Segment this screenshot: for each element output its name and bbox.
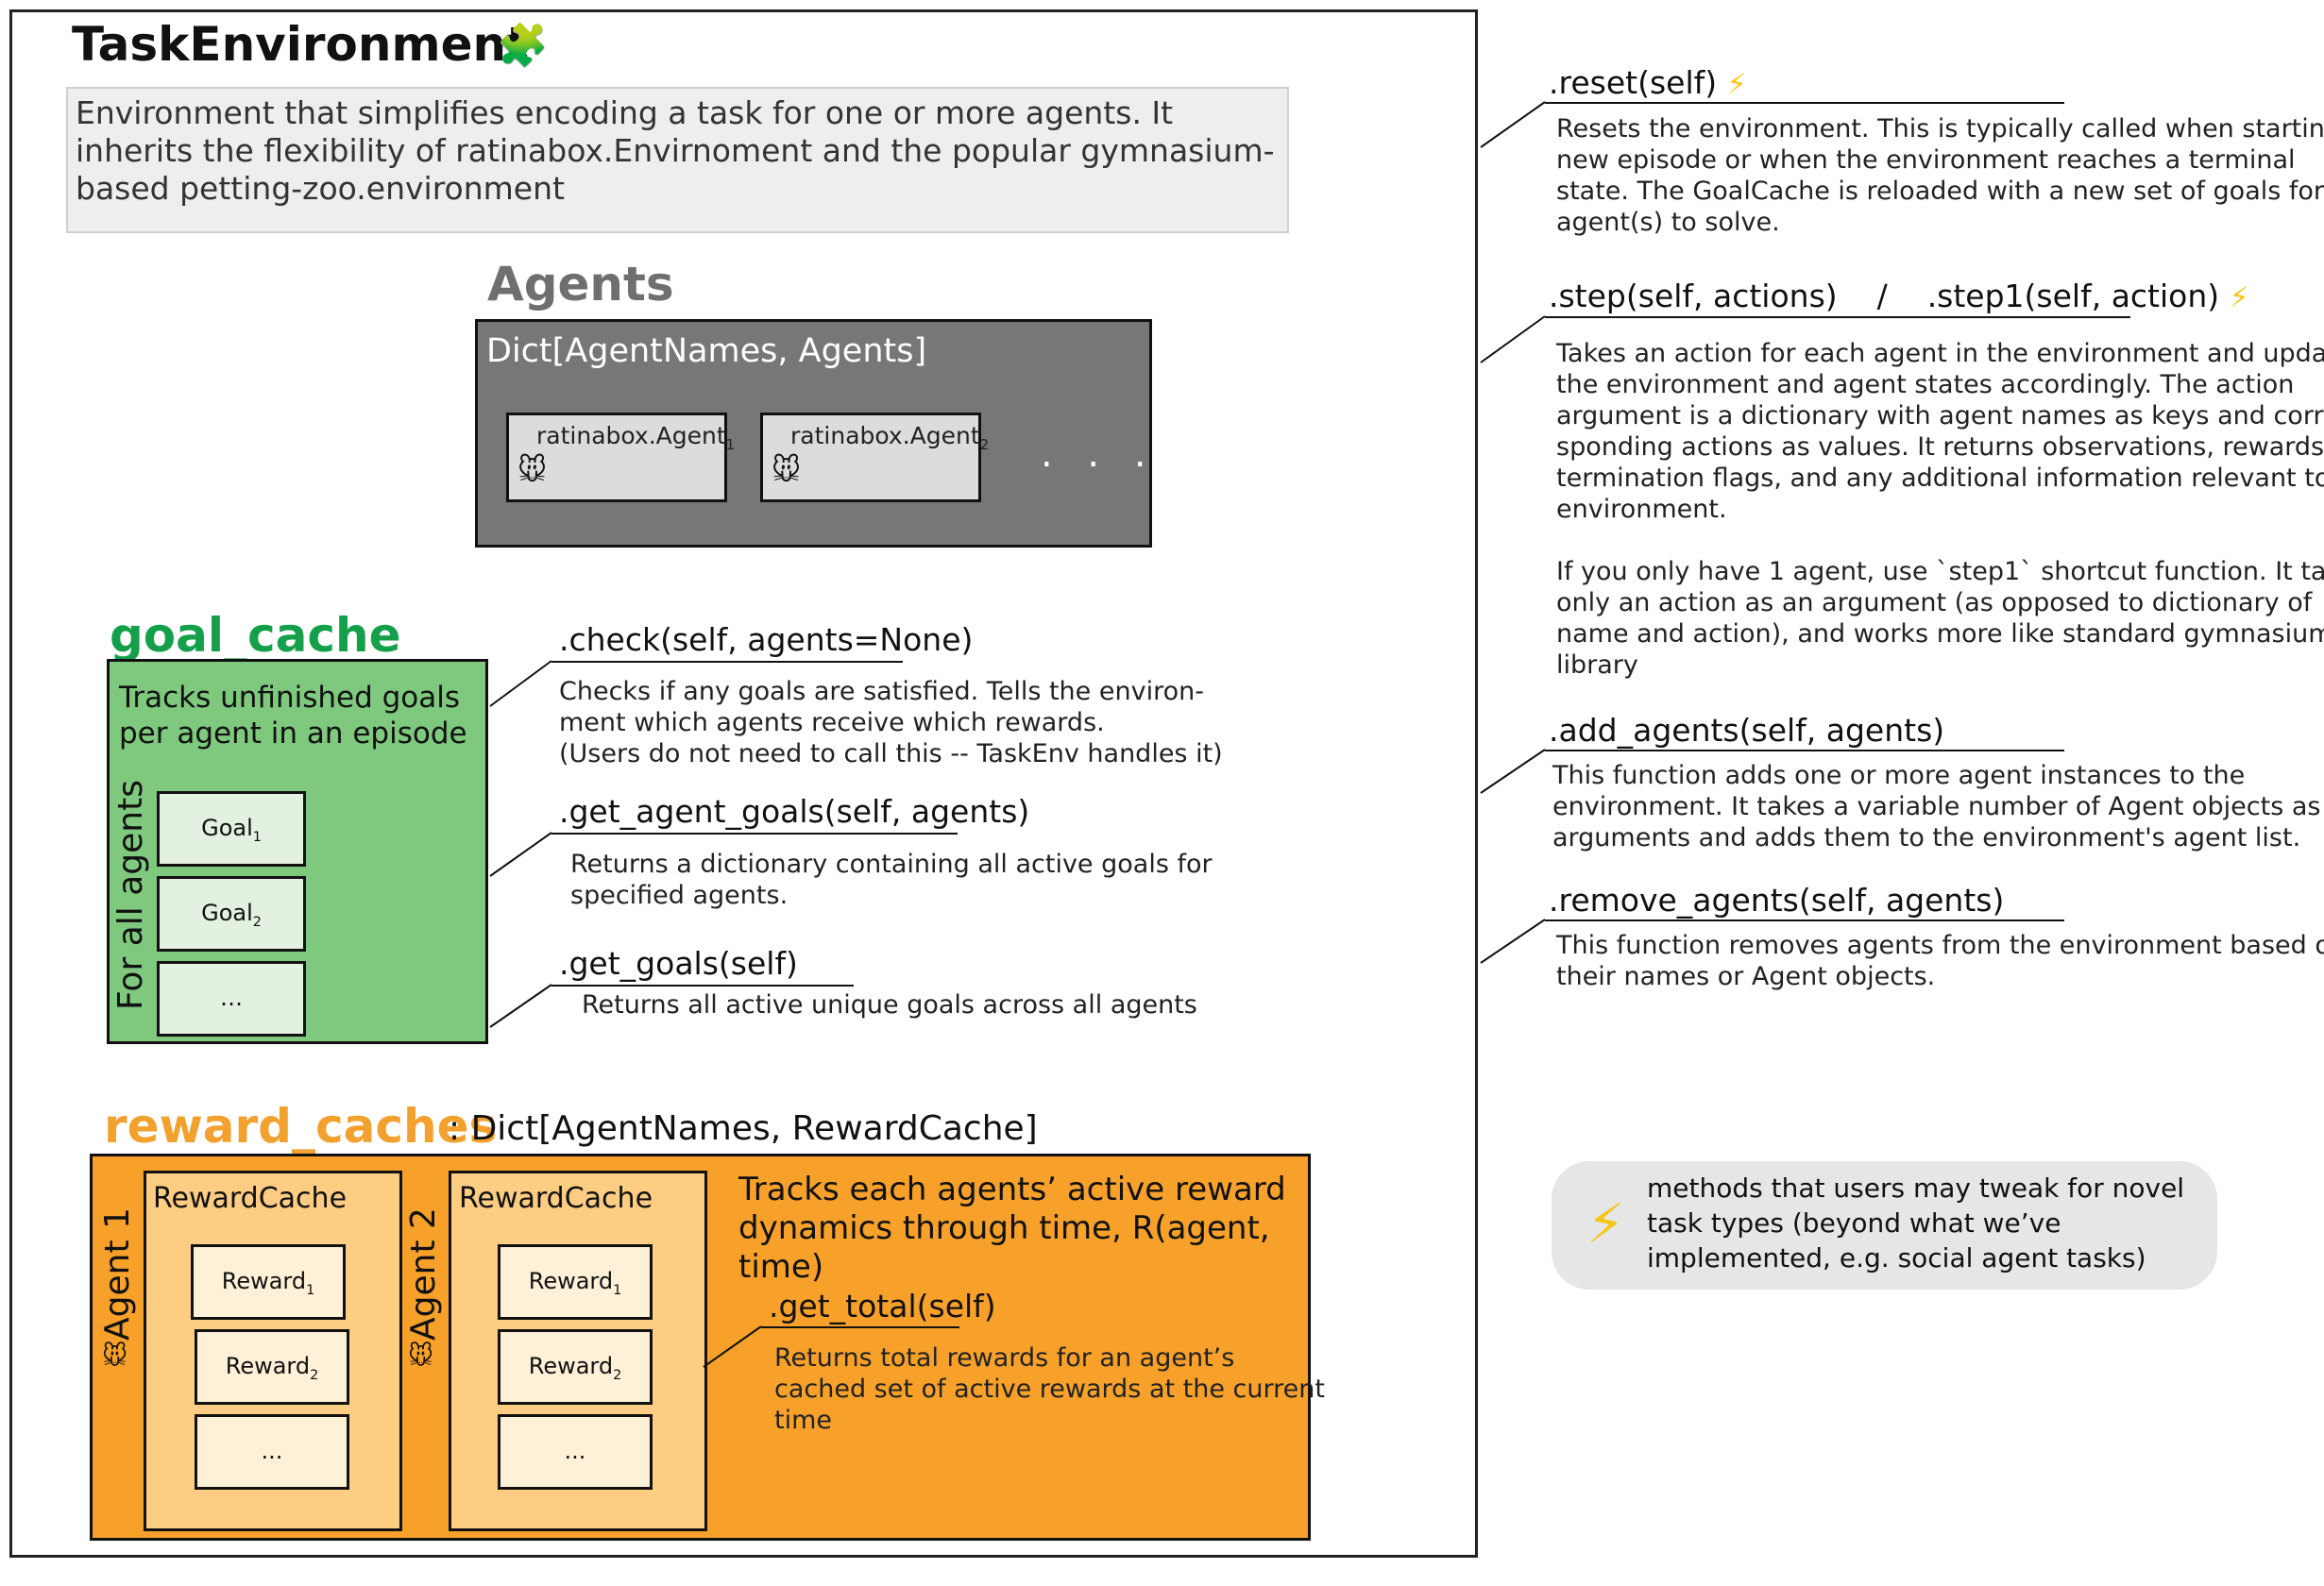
lightning-icon: ⚡ xyxy=(1586,1191,1625,1256)
connector-lines xyxy=(489,101,1546,1368)
legend-text: methods that users may tweak for novel t… xyxy=(1647,1173,2185,1274)
